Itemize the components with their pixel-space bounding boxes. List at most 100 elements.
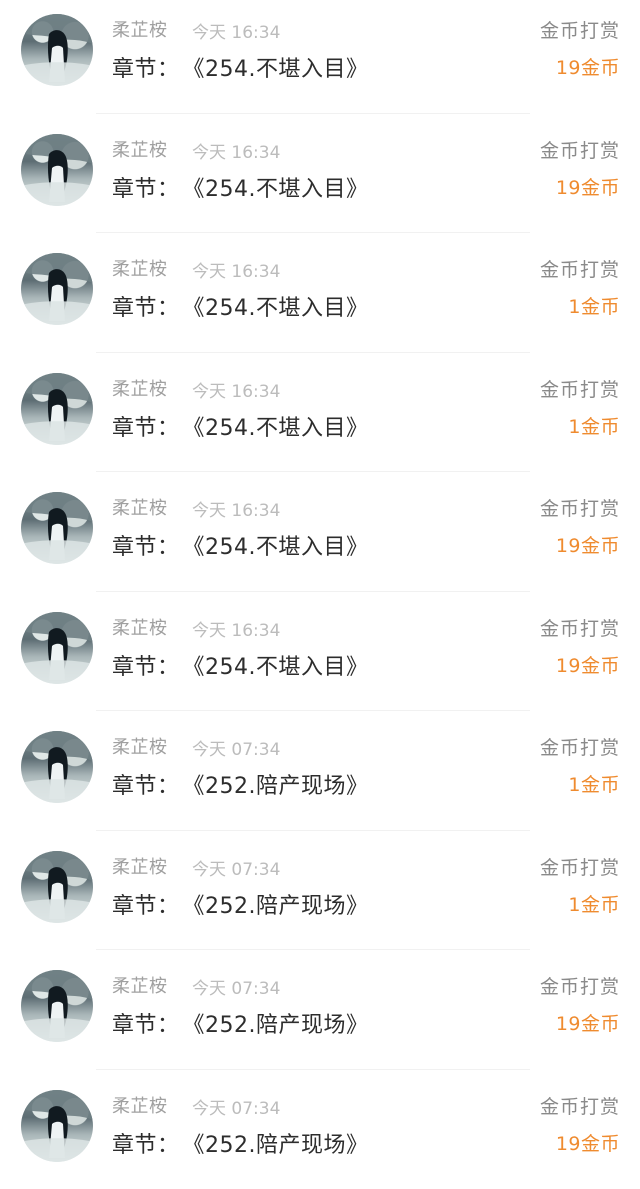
chapter-title[interactable]: 《254.不堪入目》 — [194, 296, 369, 321]
user-name[interactable]: 柔芷桉 — [112, 614, 168, 640]
reward-list: 柔芷桉 今天 16:34 章节： 《254.不堪入目》 金币打赏 19金币 柔芷桉… — [0, 0, 640, 1163]
reward-time: 今天 16:34 — [192, 138, 280, 163]
user-name[interactable]: 柔芷桉 — [112, 733, 168, 759]
chapter-title[interactable]: 《252.陪产现场》 — [194, 1013, 369, 1038]
chapter-label: 章节： — [112, 296, 180, 321]
avatar-image — [21, 492, 93, 564]
reward-type: 金币打赏 — [540, 255, 620, 282]
user-name[interactable]: 柔芷桉 — [112, 494, 168, 520]
chapter-title[interactable]: 《254.不堪入目》 — [194, 416, 369, 441]
avatar-image — [21, 373, 93, 445]
avatar[interactable] — [21, 134, 93, 206]
avatar[interactable] — [21, 731, 93, 803]
reward-amount: 1金币 — [568, 890, 620, 917]
chapter-label: 章节： — [112, 57, 180, 82]
avatar-image — [21, 1090, 93, 1162]
reward-amount: 19金币 — [556, 1009, 620, 1036]
user-name[interactable]: 柔芷桉 — [112, 853, 168, 879]
user-name[interactable]: 柔芷桉 — [112, 16, 168, 42]
chapter-title[interactable]: 《252.陪产现场》 — [194, 774, 369, 799]
chapter-label: 章节： — [112, 535, 180, 560]
reward-type: 金币打赏 — [540, 1092, 620, 1119]
chapter-label: 章节： — [112, 894, 180, 919]
chapter-label: 章节： — [112, 177, 180, 202]
chapter-title[interactable]: 《252.陪产现场》 — [194, 1133, 369, 1158]
chapter-line[interactable]: 章节： 《252.陪产现场》 — [112, 1127, 369, 1159]
avatar[interactable] — [21, 253, 93, 325]
avatar-image — [21, 851, 93, 923]
reward-type: 金币打赏 — [540, 972, 620, 999]
list-item[interactable]: 柔芷桉 今天 16:34 章节： 《254.不堪入目》 金币打赏 1金币 — [0, 233, 640, 353]
chapter-title[interactable]: 《252.陪产现场》 — [194, 894, 369, 919]
reward-amount: 19金币 — [556, 173, 620, 200]
list-item[interactable]: 柔芷桉 今天 07:34 章节： 《252.陪产现场》 金币打赏 1金币 — [0, 831, 640, 951]
avatar[interactable] — [21, 612, 93, 684]
chapter-line[interactable]: 章节： 《252.陪产现场》 — [112, 768, 369, 800]
reward-time: 今天 16:34 — [192, 616, 280, 641]
reward-time: 今天 16:34 — [192, 377, 280, 402]
avatar[interactable] — [21, 373, 93, 445]
avatar-image — [21, 612, 93, 684]
avatar[interactable] — [21, 14, 93, 86]
list-item[interactable]: 柔芷桉 今天 16:34 章节： 《254.不堪入目》 金币打赏 19金币 — [0, 0, 640, 114]
user-name[interactable]: 柔芷桉 — [112, 255, 168, 281]
reward-amount: 1金币 — [568, 412, 620, 439]
user-name[interactable]: 柔芷桉 — [112, 1092, 168, 1118]
list-item[interactable]: 柔芷桉 今天 16:34 章节：《254.不堪入目》 金币打赏 19金币 — [0, 472, 640, 592]
chapter-line[interactable]: 章节： 《254.不堪入目》 — [112, 529, 369, 561]
reward-amount: 1金币 — [568, 292, 620, 319]
chapter-title[interactable]: 《254.不堪入目》 — [194, 57, 369, 82]
avatar-image — [21, 253, 93, 325]
chapter-line[interactable]: 章节： 《252.陪产现场》 — [112, 888, 369, 920]
list-item[interactable]: 柔芷桉 今天 16:34 章节： 《254.不堪入目》 金币打赏 1金币 — [0, 353, 640, 473]
reward-amount: 19金币 — [556, 53, 620, 80]
avatar-image — [21, 970, 93, 1042]
user-name[interactable]: 柔芷桉 — [112, 972, 168, 998]
reward-type: 金币打赏 — [540, 16, 620, 43]
chapter-label: 章节： — [112, 416, 180, 441]
chapter-line[interactable]: 章节： 《254.不堪入目》 — [112, 290, 369, 322]
reward-time: 今天 16:34 — [192, 257, 280, 282]
chapter-line[interactable]: 章节： 《252.陪产现场》 — [112, 1007, 369, 1039]
reward-type: 金币打赏 — [540, 614, 620, 641]
avatar-image — [21, 14, 93, 86]
list-item[interactable]: 柔芷桉 今天 07:34 章节： 《252.陪产现场》 金币打赏 1金币 — [0, 711, 640, 831]
avatar-image — [21, 134, 93, 206]
chapter-title[interactable]: 《254.不堪入目》 — [194, 177, 369, 202]
reward-type: 金币打赏 — [540, 375, 620, 402]
avatar-image — [21, 731, 93, 803]
chapter-label: 章节： — [112, 655, 180, 680]
reward-amount: 19金币 — [556, 651, 620, 678]
reward-amount: 19金币 — [556, 1129, 620, 1156]
chapter-title[interactable]: 《254.不堪入目》 — [194, 655, 369, 680]
reward-amount: 1金币 — [568, 770, 620, 797]
chapter-label: 章节： — [112, 774, 180, 799]
chapter-line[interactable]: 章节： 《254.不堪入目》 — [112, 51, 369, 83]
chapter-line[interactable]: 章节： 《254.不堪入目》 — [112, 649, 369, 681]
avatar[interactable] — [21, 492, 93, 564]
user-name[interactable]: 柔芷桉 — [112, 375, 168, 401]
list-item[interactable]: 柔芷桉 今天 07:34 章节： 《252.陪产现场》 金币打赏 19金币 — [0, 1070, 640, 1189]
user-name[interactable]: 柔芷桉 — [112, 136, 168, 162]
chapter-label: 章节： — [112, 1133, 180, 1158]
avatar[interactable] — [21, 851, 93, 923]
reward-type: 金币打赏 — [540, 853, 620, 880]
reward-time: 今天 07:34 — [192, 974, 280, 999]
reward-time: 今天 07:34 — [192, 735, 280, 760]
list-item[interactable]: 柔芷桉 今天 16:34 章节： 《254.不堪入目》 金币打赏 19金币 — [0, 592, 640, 712]
chapter-title[interactable]: 《254.不堪入目》 — [194, 535, 369, 560]
list-item[interactable]: 柔芷桉 今天 16:34 章节： 《254.不堪入目》 金币打赏 19金币 — [0, 114, 640, 234]
reward-amount: 19金币 — [556, 531, 620, 558]
reward-time: 今天 07:34 — [192, 855, 280, 880]
reward-time: 今天 16:34 — [192, 18, 280, 43]
chapter-line[interactable]: 章节： 《254.不堪入目》 — [112, 171, 369, 203]
chapter-line[interactable]: 章节： 《254.不堪入目》 — [112, 410, 369, 442]
reward-type: 金币打赏 — [540, 494, 620, 521]
reward-time: 今天 07:34 — [192, 1094, 280, 1119]
reward-type: 金币打赏 — [540, 733, 620, 760]
avatar[interactable] — [21, 970, 93, 1042]
list-item[interactable]: 柔芷桉 今天 07:34 章节： 《252.陪产现场》 金币打赏 19金币 — [0, 950, 640, 1070]
chapter-label: 章节： — [112, 1013, 180, 1038]
reward-type: 金币打赏 — [540, 136, 620, 163]
avatar[interactable] — [21, 1090, 93, 1162]
